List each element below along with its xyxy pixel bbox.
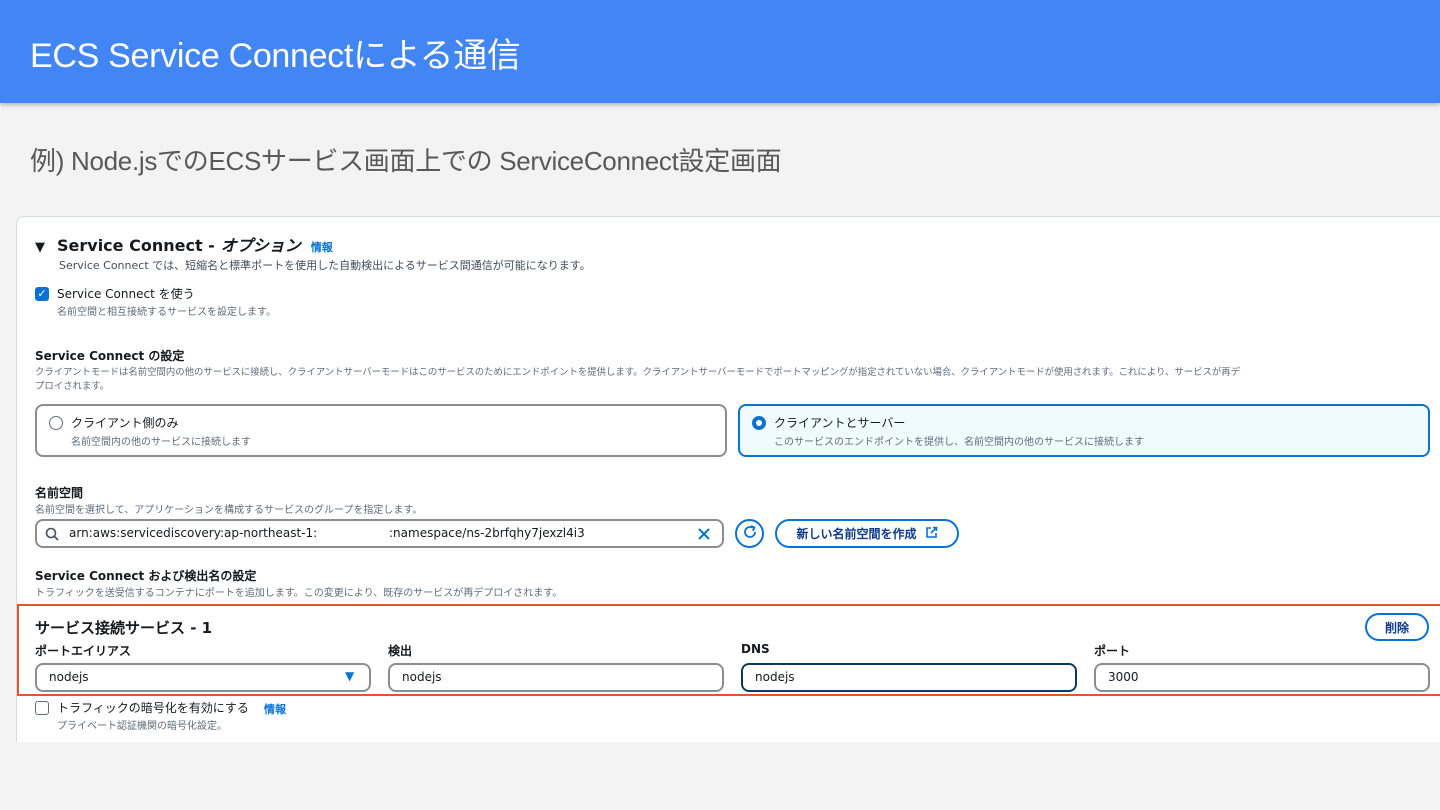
encryption-description: プライベート認証機関の暗号化設定。 <box>57 721 227 732</box>
namespace-description: 名前空間を選択して、アプリケーションを構成するサービスのグループを指定します。 <box>35 505 423 516</box>
external-link-icon <box>925 526 938 542</box>
create-namespace-button[interactable]: 新しい名前空間を作成 <box>775 519 959 548</box>
config-heading: Service Connect の設定 <box>35 349 185 363</box>
delete-button[interactable]: 削除 <box>1365 613 1429 641</box>
section-description: Service Connect では、短縮名と標準ポートを使用した自動検出による… <box>59 259 591 272</box>
port-alias-value: nodejs <box>49 670 89 684</box>
radio-client-server-description: このサービスのエンドポイントを提供し、名前空間内の他のサービスに接続します <box>774 437 1144 448</box>
discovery-label: 検出 <box>388 644 413 658</box>
radio-client-server-label: クライアントとサーバー <box>774 416 906 430</box>
search-icon <box>45 526 59 545</box>
clear-icon[interactable] <box>697 526 711 545</box>
refresh-icon <box>742 524 758 544</box>
port-input[interactable]: 3000 <box>1094 663 1430 692</box>
section-title-optional: オプション <box>220 236 301 255</box>
discovery-heading: Service Connect および検出名の設定 <box>35 569 257 583</box>
radio-client-only-description: 名前空間内の他のサービスに接続します <box>71 437 251 448</box>
collapse-triangle-icon[interactable]: ▼ <box>35 240 45 255</box>
section-header[interactable]: ▼ Service Connect - オプション 情報 <box>35 232 333 256</box>
namespace-input[interactable]: arn:aws:servicediscovery:ap-northeast-1:… <box>35 519 724 548</box>
discovery-description: トラフィックを送受信するコンテナにポートを追加します。この変更により、既存のサー… <box>35 588 563 599</box>
use-service-connect-checkbox[interactable]: ✓ <box>35 287 49 301</box>
namespace-value-suffix: :namespace/ns-2brfqhy7jexzl4i3 <box>389 526 585 540</box>
radio-client-server[interactable] <box>752 416 766 430</box>
encryption-label: トラフィックの暗号化を有効にする <box>57 701 249 715</box>
refresh-button[interactable] <box>735 519 764 548</box>
create-namespace-label: 新しい名前空間を作成 <box>796 527 917 541</box>
use-service-connect-label: Service Connect を使う <box>57 287 195 301</box>
port-label: ポート <box>1094 644 1131 658</box>
use-service-connect-description: 名前空間と相互接続するサービスを設定します。 <box>57 307 276 318</box>
slide-subtitle: 例) Node.jsでのECSサービス画面上での ServiceConnect設… <box>30 146 782 176</box>
encryption-info-link[interactable]: 情報 <box>264 701 286 717</box>
discovery-value: nodejs <box>402 670 442 684</box>
section-title: Service Connect - <box>57 236 215 255</box>
dns-label: DNS <box>741 642 770 656</box>
radio-client-only-label: クライアント側のみ <box>71 416 179 430</box>
dns-input[interactable]: nodejs <box>741 663 1077 692</box>
radio-card-client-only[interactable]: クライアント側のみ 名前空間内の他のサービスに接続します <box>35 404 727 457</box>
config-description-line1: クライアントモードは名前空間内の他のサービスに接続し、クライアントサーバーモード… <box>35 367 1240 378</box>
radio-card-client-server[interactable]: クライアントとサーバー このサービスのエンドポイントを提供し、名前空間内の他のサ… <box>738 404 1430 457</box>
namespace-value-prefix: arn:aws:servicediscovery:ap-northeast-1: <box>69 526 318 540</box>
config-description-line2: プロイされます。 <box>35 381 110 392</box>
slide-title-bar: ECS Service Connectによる通信 <box>0 0 1440 103</box>
service-title: サービス接続サービス - 1 <box>35 619 213 637</box>
port-alias-label: ポートエイリアス <box>35 644 132 658</box>
dropdown-caret-icon: ▼ <box>345 669 355 683</box>
info-link[interactable]: 情報 <box>311 239 333 255</box>
port-value: 3000 <box>1108 670 1139 684</box>
dns-value: nodejs <box>755 670 795 684</box>
port-alias-select[interactable]: nodejs ▼ <box>35 663 371 692</box>
delete-button-label: 削除 <box>1384 620 1409 635</box>
service-connect-panel: ▼ Service Connect - オプション 情報 Service Con… <box>16 216 1440 742</box>
namespace-heading: 名前空間 <box>35 486 84 500</box>
radio-client-only[interactable] <box>49 416 63 430</box>
slide-title: ECS Service Connectによる通信 <box>30 37 521 75</box>
encryption-checkbox[interactable] <box>35 701 49 715</box>
discovery-input[interactable]: nodejs <box>388 663 724 692</box>
